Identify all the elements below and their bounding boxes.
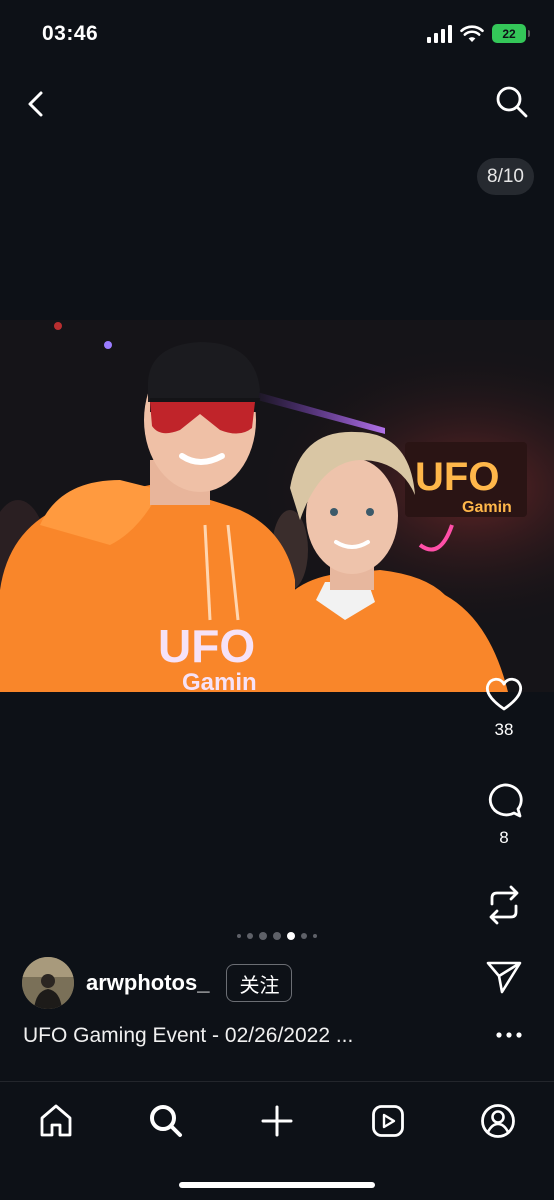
post-photo[interactable]: UFO Gamin UFO Gamin [0, 320, 554, 692]
repost-icon [489, 885, 519, 925]
carousel-dot [237, 934, 241, 938]
svg-text:Gamin: Gamin [462, 499, 512, 516]
svg-text:Gamin: Gamin [182, 669, 257, 692]
more-options-button[interactable] [494, 1024, 524, 1046]
chevron-left-icon [28, 91, 43, 117]
tab-profile[interactable] [475, 1098, 521, 1144]
home-icon [40, 1104, 72, 1137]
status-time: 03:46 [42, 22, 99, 45]
tab-create[interactable] [254, 1098, 300, 1144]
search-button[interactable] [492, 82, 532, 122]
carousel-dot-active [287, 932, 295, 940]
like-action[interactable]: 38 [474, 676, 534, 740]
carousel-dot [301, 933, 307, 939]
comment-action[interactable]: 8 [474, 782, 534, 848]
tab-reels[interactable] [365, 1098, 411, 1144]
carousel-dot [273, 932, 281, 940]
search-icon [496, 86, 528, 118]
carousel-dots [0, 931, 554, 941]
tab-bar [0, 1081, 554, 1200]
share-action[interactable] [474, 960, 534, 994]
tab-home[interactable] [33, 1098, 79, 1144]
post-caption[interactable]: UFO Gaming Event - 02/26/2022 ... [23, 1024, 353, 1048]
battery-indicator: 22 [492, 24, 530, 43]
comment-icon [488, 783, 523, 818]
follow-button[interactable]: 关注 [226, 964, 293, 1002]
search-icon [150, 1105, 182, 1137]
more-horizontal-icon [496, 1032, 522, 1038]
carousel-dot [313, 934, 317, 938]
reels-icon [372, 1105, 404, 1137]
image-counter: 8/10 [477, 158, 534, 195]
username[interactable]: arwphotos_ [86, 970, 209, 996]
top-nav [0, 78, 554, 128]
comment-count: 8 [499, 828, 509, 847]
svg-text:UFO: UFO [158, 620, 255, 672]
svg-text:UFO: UFO [415, 455, 499, 499]
repost-action[interactable] [474, 884, 534, 926]
author-row: arwphotos_ 关注 [22, 957, 293, 1009]
home-indicator [179, 1182, 375, 1188]
avatar[interactable] [22, 957, 74, 1009]
back-button[interactable] [16, 84, 56, 124]
profile-icon [481, 1104, 515, 1138]
like-count: 38 [494, 720, 514, 739]
heart-icon [486, 677, 522, 711]
send-icon [486, 961, 522, 994]
cellular-signal-icon [427, 24, 452, 43]
status-icons: 22 [426, 24, 530, 43]
tab-search[interactable] [143, 1098, 189, 1144]
carousel-dot [259, 932, 267, 940]
photo-illustration: UFO Gamin UFO Gamin [0, 320, 554, 692]
carousel-dot [247, 933, 253, 939]
status-bar: 03:46 22 [0, 0, 554, 70]
plus-icon [261, 1105, 293, 1137]
wifi-icon [460, 24, 484, 42]
